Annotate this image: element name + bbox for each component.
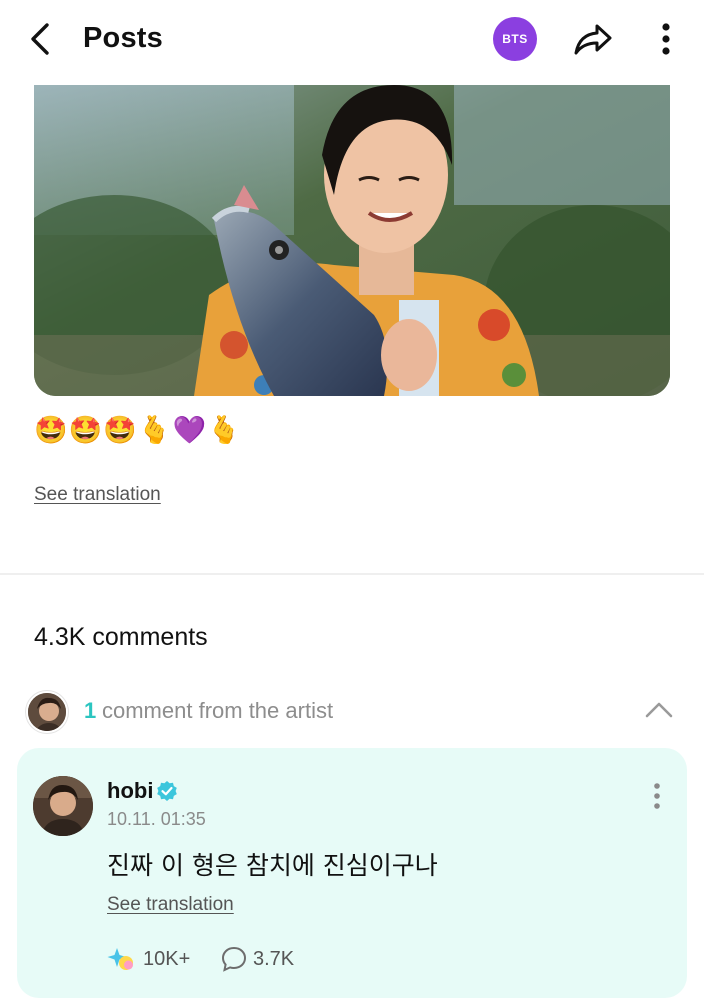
sparkle-like-icon (107, 948, 133, 970)
back-button[interactable] (22, 20, 58, 58)
like-button[interactable]: 10K+ (107, 946, 190, 972)
comment-timestamp: 10.11. 01:35 (107, 809, 206, 829)
post-photo-graphic (34, 85, 670, 396)
comments-count-heading: 4.3K comments (34, 623, 208, 651)
artist-avatar-small (26, 691, 68, 733)
post-body-text: 🤩🤩🤩🫰💜🫰 (34, 415, 242, 446)
avatar[interactable] (33, 776, 93, 836)
reply-count: 3.7K (253, 947, 295, 970)
top-app-bar: Posts BTS (0, 0, 704, 78)
speech-bubble-icon (221, 946, 247, 972)
comment-more-button[interactable] (645, 780, 669, 812)
more-options-button[interactable] (650, 18, 682, 60)
share-button[interactable] (570, 18, 616, 60)
verified-badge-icon (157, 781, 177, 801)
more-vertical-icon (662, 23, 670, 55)
more-vertical-icon (654, 783, 660, 809)
chevron-up-icon (645, 702, 673, 718)
artist-comment-count: 1 (84, 698, 97, 723)
like-count: 10K+ (143, 947, 191, 970)
artist-comment-label: comment from the artist (102, 698, 334, 723)
post-image[interactable] (34, 85, 670, 396)
chevron-left-icon (31, 23, 49, 55)
comment-author-name[interactable]: hobi (107, 778, 153, 804)
section-divider (0, 573, 704, 575)
community-badge[interactable]: BTS (493, 17, 537, 61)
share-icon (574, 24, 612, 55)
comment-see-translation-link[interactable]: See translation (107, 894, 234, 916)
page-title: Posts (83, 22, 163, 54)
post-see-translation-link[interactable]: See translation (34, 484, 161, 506)
comment-body-text: 진짜 이 형은 참치에 진심이구나 (107, 851, 438, 880)
artist-comments-toggle[interactable]: 1 comment from the artist (24, 688, 684, 736)
reply-button[interactable]: 3.7K (221, 946, 294, 972)
artist-comment-card: hobi 10.11. 01:35 진짜 이 형은 참치에 진심이구나 See … (17, 748, 687, 998)
